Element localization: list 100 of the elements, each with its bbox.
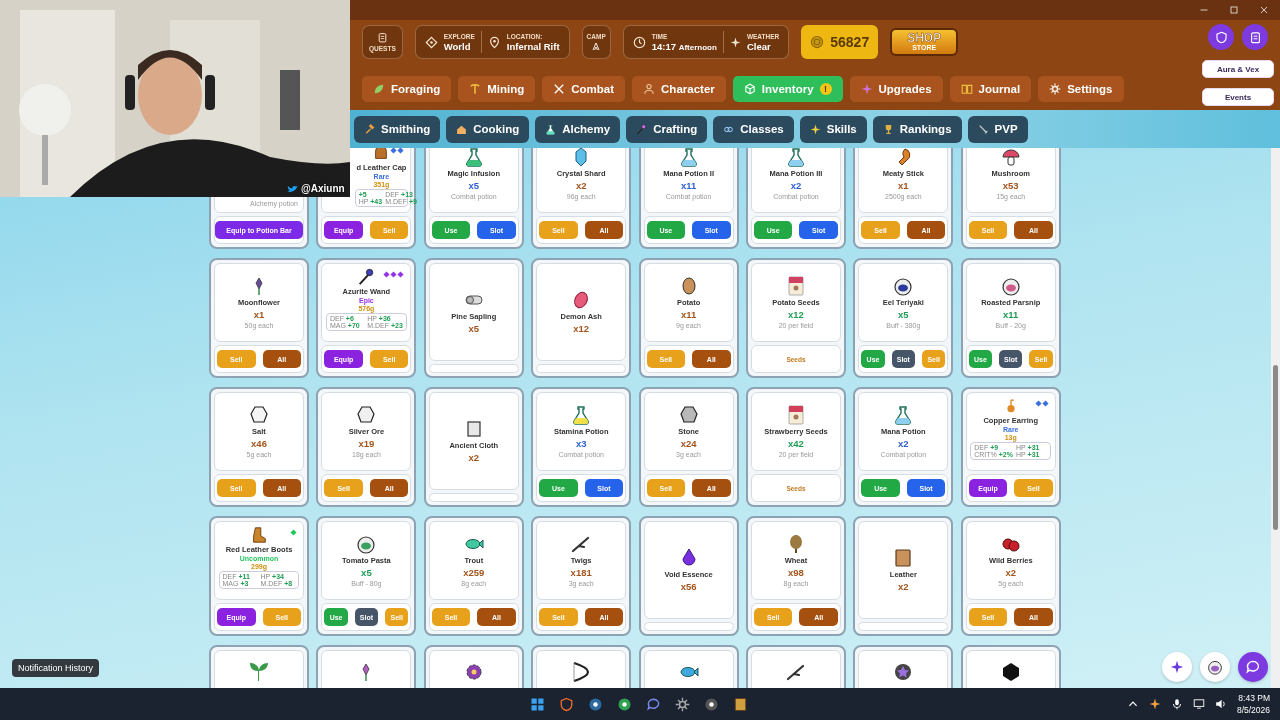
seed-packet-icon xyxy=(785,276,806,296)
windows-icon xyxy=(529,696,545,712)
shield-icon xyxy=(558,696,574,712)
sparkle-icon xyxy=(1170,660,1184,674)
location-pin-icon xyxy=(487,35,501,49)
avatar-button[interactable] xyxy=(1200,652,1230,682)
item-count: x12 xyxy=(573,323,590,334)
sparkle-button[interactable] xyxy=(1162,652,1192,682)
flask-icon xyxy=(893,405,914,425)
chat-icon xyxy=(645,696,661,712)
scrollbar[interactable] xyxy=(1271,148,1280,688)
house-icon xyxy=(456,123,468,135)
sub-tab[interactable]: Alchemy xyxy=(535,115,621,143)
item-count: x2 xyxy=(790,180,802,191)
item-count: x11 xyxy=(680,309,697,320)
item-count: x5 xyxy=(468,323,480,334)
sub-tab[interactable]: PVP xyxy=(967,115,1028,143)
main-tab[interactable]: Upgrades xyxy=(849,76,943,102)
weather-value: Clear xyxy=(746,40,772,52)
crossed-swords-icon xyxy=(553,83,566,95)
side-button[interactable]: Aura & Vex xyxy=(1202,60,1274,78)
sparkle-icon xyxy=(809,123,821,135)
sparkle-icon xyxy=(860,83,873,95)
settings-icon xyxy=(1049,83,1062,95)
location-value: Infernal Rift xyxy=(506,40,560,52)
item-count: x11 xyxy=(1003,309,1019,320)
app-icon xyxy=(587,696,603,712)
hexagon-icon xyxy=(1000,662,1021,682)
item-count: x24 xyxy=(680,438,697,449)
hammer-icon xyxy=(364,123,375,135)
item-count: x3 xyxy=(575,438,587,449)
cube-icon xyxy=(743,83,756,95)
maximize-icon xyxy=(1229,5,1239,15)
bowl-icon xyxy=(1000,276,1021,296)
sub-tab[interactable]: Smithing xyxy=(354,115,441,143)
book-icon xyxy=(960,83,973,95)
close-icon xyxy=(1259,5,1269,15)
leather-square-icon xyxy=(732,696,748,712)
webcam-handle: @Axiunn xyxy=(301,183,345,194)
boot-icon xyxy=(250,526,268,544)
microphone-icon xyxy=(1170,698,1183,710)
rock-icon xyxy=(678,405,699,425)
item-count: x1 xyxy=(253,309,265,320)
coin-amount: 56827 xyxy=(830,34,870,50)
bowl-icon xyxy=(1207,659,1223,675)
settings-icon xyxy=(674,696,690,712)
twig-icon xyxy=(785,662,806,682)
item-count: x259 xyxy=(463,567,485,578)
app-icon xyxy=(616,696,632,712)
chat-button[interactable] xyxy=(1238,652,1268,682)
main-tab[interactable]: Inventory ! xyxy=(732,76,843,102)
twig-icon xyxy=(571,534,592,554)
tent-icon xyxy=(591,41,602,51)
clipboard-icon xyxy=(1248,30,1262,44)
flask-icon xyxy=(571,405,592,425)
tooltip: Notification History xyxy=(12,659,100,677)
item-count: x5 xyxy=(898,309,909,320)
seed-packet-icon xyxy=(785,405,806,425)
chat-icon xyxy=(1245,659,1261,675)
sub-tab[interactable]: Classes xyxy=(713,115,794,143)
wand-icon xyxy=(357,268,376,286)
compass-icon xyxy=(424,35,438,49)
side-button[interactable]: Events xyxy=(1202,88,1274,106)
item-count: x42 xyxy=(788,438,804,449)
sub-tab[interactable]: Skills xyxy=(799,115,867,143)
coin-icon xyxy=(810,35,825,49)
item-count: x98 xyxy=(788,567,804,578)
bow-icon xyxy=(571,662,592,682)
flask-icon xyxy=(545,123,557,135)
main-tab[interactable]: Character xyxy=(632,76,726,102)
rock-icon xyxy=(249,405,269,425)
sub-tab[interactable]: Cooking xyxy=(446,115,530,143)
scrollbar-thumb[interactable] xyxy=(1273,365,1278,530)
main-tab[interactable]: Foraging xyxy=(362,76,452,102)
main-tab[interactable]: Journal xyxy=(949,76,1032,102)
sparkle-icon xyxy=(1148,698,1161,710)
leather-square-icon xyxy=(893,548,914,568)
item-count: x5 xyxy=(361,567,372,578)
rock-icon xyxy=(356,405,377,425)
monitor-icon xyxy=(1192,698,1205,710)
item-count: x2 xyxy=(575,180,587,191)
sword-icon xyxy=(977,123,989,135)
leaf-icon xyxy=(373,83,385,95)
item-count: x2 xyxy=(898,438,909,449)
clock-time: 8:43 PM xyxy=(1238,693,1270,703)
item-count: x56 xyxy=(680,581,697,592)
item-count: x5 xyxy=(468,180,480,191)
time-value: 14:17 Afternoon xyxy=(651,40,717,52)
item-count: x19 xyxy=(358,438,375,449)
speaker-icon xyxy=(1214,698,1227,710)
main-tab[interactable]: Settings xyxy=(1038,76,1124,102)
item-count: x46 xyxy=(251,438,267,449)
clock-date: 8/5/2026 xyxy=(1236,705,1270,715)
sub-tab[interactable]: Crafting xyxy=(626,115,708,143)
main-tab[interactable]: Mining xyxy=(458,76,536,102)
item-count: x11 xyxy=(680,180,697,191)
item-count: x2 xyxy=(468,452,480,463)
main-tab[interactable]: Combat xyxy=(542,76,626,102)
alert-badge: ! xyxy=(819,83,832,95)
sub-tab[interactable]: Rankings xyxy=(872,115,962,143)
